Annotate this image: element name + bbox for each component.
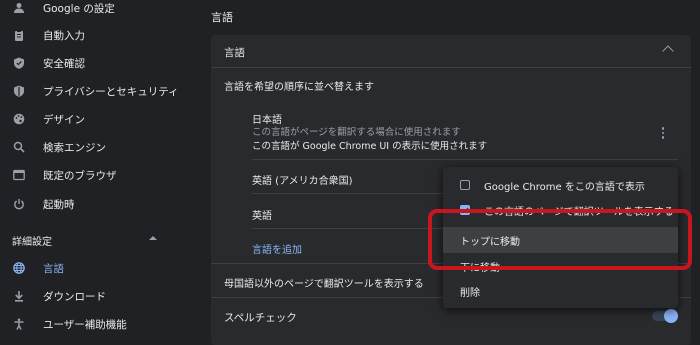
power-icon bbox=[12, 197, 26, 211]
sidebar-item-autofill[interactable]: 自動入力 bbox=[0, 23, 195, 47]
menu-item-label: 下に移動 bbox=[460, 262, 500, 274]
menu-item-move-to-top[interactable]: トップに移動 bbox=[443, 227, 678, 253]
sidebar-item-label: 起動時 bbox=[43, 198, 75, 211]
checkbox-checked[interactable] bbox=[460, 205, 470, 215]
sidebar-item-label: 安全確認 bbox=[43, 57, 85, 70]
more-actions-icon[interactable] bbox=[661, 127, 665, 139]
language-note: この言語がページを翻訳する場合に使用されます bbox=[252, 127, 461, 138]
spellcheck-toggle[interactable] bbox=[652, 309, 678, 323]
sidebar-item-privacy[interactable]: プライバシーとセキュリティ bbox=[0, 79, 195, 103]
card-title: 言語 bbox=[224, 47, 245, 59]
divider bbox=[252, 159, 678, 160]
sidebar-item-label: Google の設定 bbox=[43, 2, 115, 15]
sidebar-item-label: プライバシーとセキュリティ bbox=[43, 85, 179, 98]
menu-item-offer-translate[interactable]: この言語のページで翻訳ツールを表示する bbox=[443, 197, 678, 223]
sidebar-item-label: 言語 bbox=[43, 262, 64, 275]
sidebar-item-label: デザイン bbox=[43, 113, 85, 126]
chevron-up-icon[interactable] bbox=[149, 236, 157, 240]
accessibility-icon bbox=[12, 317, 26, 331]
sidebar: Google の設定 自動入力 安全確認 プライバシーとセキュリティ デザイン … bbox=[0, 0, 195, 338]
sidebar-item-label: 自動入力 bbox=[43, 29, 85, 42]
menu-item-remove[interactable]: 削除 bbox=[443, 278, 678, 304]
person-icon bbox=[12, 1, 26, 15]
offer-translate-label: 母国語以外のページで翻訳ツールを表示する bbox=[224, 279, 424, 290]
menu-item-label: Google Chrome をこの言語で表示 bbox=[484, 181, 645, 193]
download-icon bbox=[12, 289, 26, 303]
shield-check-icon bbox=[12, 56, 26, 70]
chevron-up-icon[interactable] bbox=[662, 45, 674, 57]
sidebar-item-languages[interactable]: 言語 bbox=[0, 256, 195, 280]
menu-item-move-down[interactable]: 下に移動 bbox=[443, 253, 678, 279]
clipboard-icon bbox=[12, 28, 26, 42]
language-context-menu: Google Chrome をこの言語で表示 この言語のページで翻訳ツールを表示… bbox=[443, 167, 678, 308]
sidebar-item-label: ユーザー補助機能 bbox=[43, 318, 127, 331]
language-name: 英語 bbox=[252, 211, 272, 222]
advanced-section-label[interactable]: 詳細設定 bbox=[12, 233, 52, 248]
language-name: 英語 (アメリカ合衆国) bbox=[252, 176, 353, 187]
menu-item-label: この言語のページで翻訳ツールを表示する bbox=[484, 206, 674, 218]
sidebar-item-google-settings[interactable]: Google の設定 bbox=[0, 0, 195, 20]
sidebar-item-search-engine[interactable]: 検索エンジン bbox=[0, 135, 195, 159]
page-title: 言語 bbox=[211, 11, 233, 24]
palette-icon bbox=[12, 112, 26, 126]
sidebar-item-on-startup[interactable]: 起動時 bbox=[0, 192, 195, 216]
browser-icon bbox=[12, 168, 26, 182]
sidebar-item-safety-check[interactable]: 安全確認 bbox=[0, 51, 195, 75]
search-icon bbox=[12, 140, 26, 154]
sidebar-item-accessibility[interactable]: ユーザー補助機能 bbox=[0, 312, 195, 336]
sidebar-item-appearance[interactable]: デザイン bbox=[0, 107, 195, 131]
add-language-link[interactable]: 言語を追加 bbox=[252, 241, 302, 256]
language-note: この言語が Google Chrome UI の表示に使用されます bbox=[252, 141, 488, 152]
sidebar-item-label: ダウンロード bbox=[43, 290, 106, 303]
sidebar-item-label: 既定のブラウザ bbox=[43, 169, 117, 182]
menu-item-display-chrome-in-language[interactable]: Google Chrome をこの言語で表示 bbox=[443, 172, 678, 198]
globe-icon bbox=[12, 261, 26, 275]
divider bbox=[211, 67, 691, 68]
sidebar-item-default-browser[interactable]: 既定のブラウザ bbox=[0, 163, 195, 187]
toggle-knob bbox=[664, 309, 678, 323]
menu-item-label: 削除 bbox=[460, 287, 480, 299]
menu-item-label: トップに移動 bbox=[460, 236, 520, 248]
sidebar-item-label: 検索エンジン bbox=[43, 141, 106, 154]
shield-icon bbox=[12, 84, 26, 98]
checkbox-unchecked[interactable] bbox=[460, 180, 470, 190]
sidebar-item-downloads[interactable]: ダウンロード bbox=[0, 284, 195, 308]
spellcheck-label: スペルチェック bbox=[224, 312, 297, 324]
reorder-heading: 言語を希望の順序に並べ替えます bbox=[224, 82, 374, 93]
